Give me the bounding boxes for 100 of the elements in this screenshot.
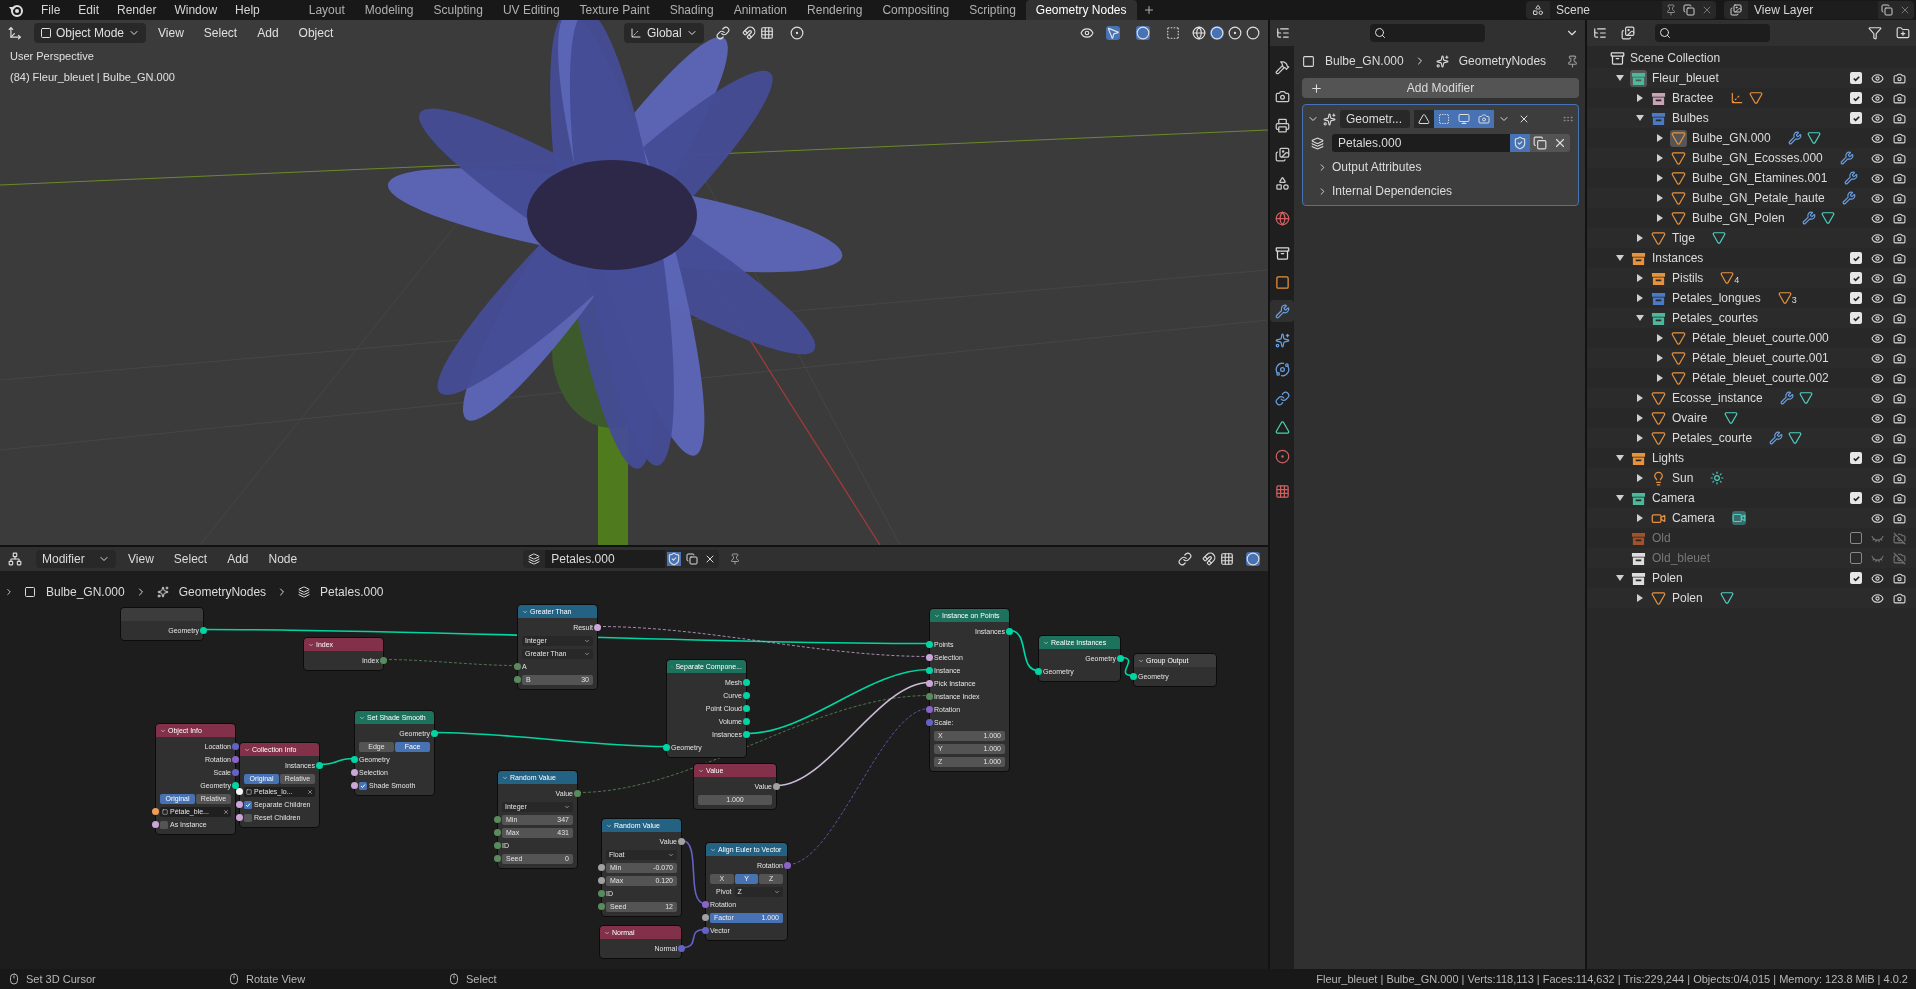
checkbox[interactable]: [1850, 452, 1862, 464]
collapse-icon[interactable]: [1138, 657, 1144, 664]
search-field[interactable]: [1655, 24, 1770, 42]
eye-icon[interactable]: [1870, 311, 1884, 325]
render-icon[interactable]: [1892, 351, 1906, 365]
visibility-icon[interactable]: [1080, 26, 1094, 40]
copy-icon[interactable]: [1881, 4, 1893, 16]
render-icon[interactable]: [1892, 471, 1906, 485]
socket[interactable]: [598, 877, 605, 884]
gizmo-icon[interactable]: [1106, 26, 1120, 40]
breadcrumb-item[interactable]: Petales.000: [320, 583, 384, 601]
socket[interactable]: [743, 692, 750, 699]
eye-icon[interactable]: [1870, 131, 1884, 145]
socket[interactable]: [702, 914, 709, 921]
orientation-dropdown[interactable]: Global: [624, 23, 705, 43]
socket[interactable]: [743, 718, 750, 725]
eye-icon[interactable]: [1870, 411, 1884, 425]
collapse-icon[interactable]: [244, 746, 250, 753]
context-dropdown[interactable]: Modifier: [36, 550, 116, 568]
camera-icon[interactable]: [1731, 511, 1746, 525]
eye-icon[interactable]: [1870, 251, 1884, 265]
collapse-arrow-icon[interactable]: [1616, 494, 1624, 502]
checkbox[interactable]: [1850, 112, 1862, 124]
socket[interactable]: [926, 641, 933, 648]
expand-arrow-icon[interactable]: [1656, 374, 1664, 382]
triangle-icon[interactable]: [1777, 291, 1792, 305]
node-group-field[interactable]: Petales.000: [1332, 134, 1511, 152]
render-icon[interactable]: [1892, 371, 1906, 385]
render-icon[interactable]: [1892, 91, 1906, 105]
view-layer-icon[interactable]: [1621, 26, 1635, 40]
render-icon[interactable]: [1892, 111, 1906, 125]
grid-icon[interactable]: [1220, 552, 1234, 566]
collapse-icon[interactable]: [698, 767, 704, 774]
node-group-selector[interactable]: Petales.000: [523, 550, 720, 568]
expand-arrow-icon[interactable]: [1656, 174, 1664, 182]
checkbox[interactable]: [244, 800, 252, 809]
socket[interactable]: [678, 838, 685, 845]
socket[interactable]: [926, 654, 933, 661]
checkbox[interactable]: [1850, 272, 1862, 284]
render-icon[interactable]: [1892, 291, 1906, 305]
triangle-icon[interactable]: [1719, 591, 1734, 605]
menu-item[interactable]: Add: [249, 23, 287, 43]
expand-arrow-icon[interactable]: [1656, 354, 1664, 362]
render-icon[interactable]: [1892, 491, 1906, 505]
copy-icon[interactable]: [686, 553, 699, 565]
collapse-icon[interactable]: [308, 641, 314, 648]
workspace-tab[interactable]: Scripting: [959, 0, 1026, 20]
socket[interactable]: [1117, 655, 1124, 662]
expand-arrow-icon[interactable]: [1636, 474, 1644, 482]
checkbox[interactable]: [1850, 312, 1862, 324]
eye-icon[interactable]: [1870, 271, 1884, 285]
menu-item[interactable]: Edit: [69, 0, 109, 20]
render-icon[interactable]: [1892, 151, 1906, 165]
render-icon[interactable]: [1892, 511, 1906, 525]
scene-selector[interactable]: Scene: [1526, 1, 1716, 19]
expand-arrow-icon[interactable]: [1656, 334, 1664, 342]
eye-icon[interactable]: [1870, 431, 1884, 445]
eye-icon[interactable]: [1870, 91, 1884, 105]
checkbox[interactable]: [1850, 292, 1862, 304]
expand-arrow-icon[interactable]: [1656, 194, 1664, 202]
wrench-icon[interactable]: [1787, 131, 1802, 145]
socket[interactable]: [598, 864, 605, 871]
expand-arrow-icon[interactable]: [1636, 94, 1644, 102]
breadcrumb-item[interactable]: GeometryNodes: [178, 583, 267, 601]
triangle-icon[interactable]: [1720, 271, 1735, 285]
triangle-icon[interactable]: [1724, 411, 1739, 425]
wrench-icon[interactable]: [1839, 151, 1854, 165]
menu-item[interactable]: Window: [165, 0, 227, 20]
node-tree-icon[interactable]: [1311, 136, 1324, 150]
menu-item[interactable]: View: [120, 550, 162, 568]
eye-icon[interactable]: [1870, 491, 1884, 505]
socket[interactable]: [200, 627, 207, 634]
triangle-icon[interactable]: [1711, 231, 1726, 245]
checkbox[interactable]: [1850, 532, 1862, 544]
workspace-tab[interactable]: Rendering: [797, 0, 873, 20]
grid-icon[interactable]: [760, 26, 775, 40]
workspace-tab[interactable]: Sculpting: [423, 0, 493, 20]
copy-icon[interactable]: [1683, 4, 1695, 16]
menu-item[interactable]: Select: [165, 550, 216, 568]
eye-icon[interactable]: [1870, 391, 1884, 405]
render-icon[interactable]: [1892, 591, 1906, 605]
workspace-tab[interactable]: Geometry Nodes: [1025, 0, 1137, 20]
mode-dropdown[interactable]: Object Mode: [34, 23, 147, 43]
checkbox[interactable]: [160, 820, 168, 829]
filter-icon[interactable]: [1868, 26, 1882, 40]
add-modifier-button[interactable]: Add Modifier: [1302, 78, 1580, 98]
checkbox[interactable]: [1850, 572, 1862, 584]
magnet-icon[interactable]: [742, 26, 757, 40]
socket[interactable]: [926, 667, 933, 674]
workspace-tab[interactable]: Modeling: [354, 0, 424, 20]
socket[interactable]: [236, 801, 243, 808]
socket[interactable]: [232, 782, 239, 789]
socket[interactable]: [594, 624, 601, 631]
collapse-icon[interactable]: [160, 727, 166, 734]
copy-icon[interactable]: [1530, 134, 1551, 152]
eye-icon[interactable]: [1870, 111, 1884, 125]
socket[interactable]: [236, 814, 243, 821]
eye-icon[interactable]: [1870, 591, 1884, 605]
eye-icon[interactable]: [1870, 211, 1884, 225]
search-field[interactable]: [1370, 24, 1485, 42]
